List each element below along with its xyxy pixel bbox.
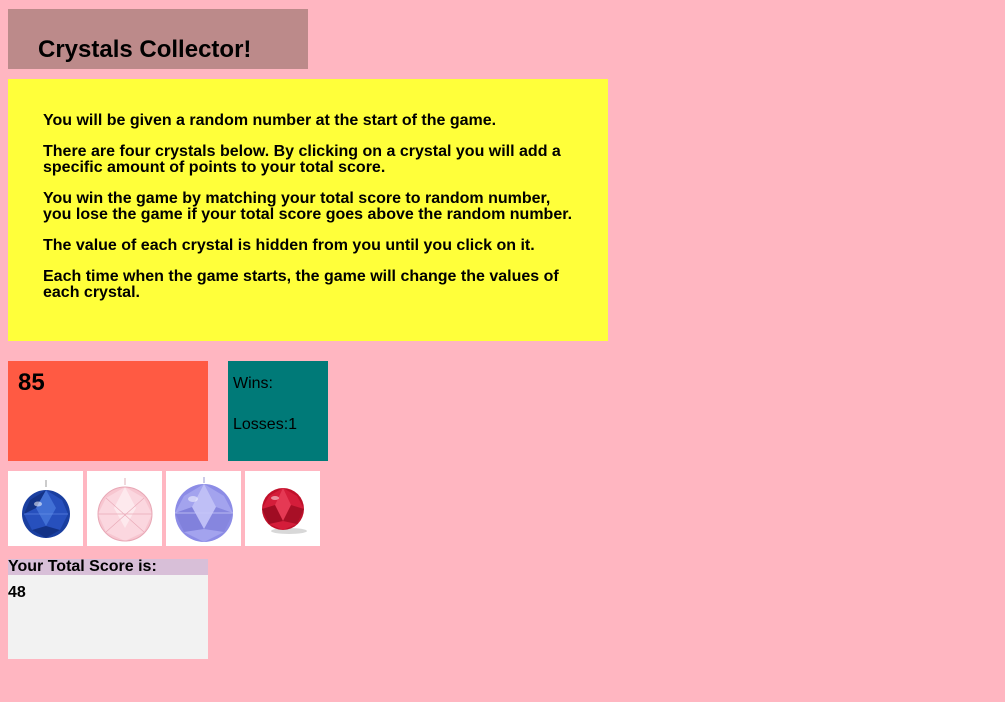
- instruction-line: Each time when the game starts, the game…: [43, 268, 559, 301]
- losses-label: Losses:: [233, 416, 289, 433]
- crystal-button-lavender[interactable]: [166, 471, 241, 546]
- total-score-label: Your Total Score is:: [8, 559, 208, 575]
- instruction-line: You win the game by matching your total …: [43, 190, 573, 223]
- lavender-crystal-icon: [174, 476, 233, 542]
- game-page: Crystals Collector! You will be given a …: [0, 0, 1005, 702]
- crystal-button-red[interactable]: [245, 471, 320, 546]
- crystal-row: [8, 471, 320, 546]
- wins-counter: Wins:: [233, 375, 273, 393]
- random-number-box: 85: [8, 361, 208, 461]
- instruction-line: The value of each crystal is hidden from…: [43, 237, 535, 254]
- instructions-panel: You will be given a random number at the…: [8, 79, 608, 341]
- instruction-line: There are four crystals below. By clicki…: [43, 143, 561, 176]
- page-title: Crystals Collector!: [38, 36, 252, 63]
- random-number: 85: [18, 369, 45, 396]
- wins-label: Wins:: [233, 375, 273, 392]
- instruction-line: You will be given a random number at the…: [43, 112, 497, 129]
- losses-counter: Losses:1: [233, 416, 297, 434]
- pink-crystal-icon: [97, 477, 152, 541]
- blue-crystal-icon: [21, 479, 70, 538]
- stats-box: Wins: Losses:1: [228, 361, 328, 461]
- red-crystal-icon: [261, 487, 307, 534]
- crystal-button-blue[interactable]: [8, 471, 83, 546]
- crystal-button-pink[interactable]: [87, 471, 162, 546]
- total-score-box: 48: [8, 575, 208, 659]
- total-score-value: 48: [8, 584, 26, 601]
- losses-value: 1: [288, 416, 298, 433]
- title-banner: Crystals Collector!: [8, 9, 308, 69]
